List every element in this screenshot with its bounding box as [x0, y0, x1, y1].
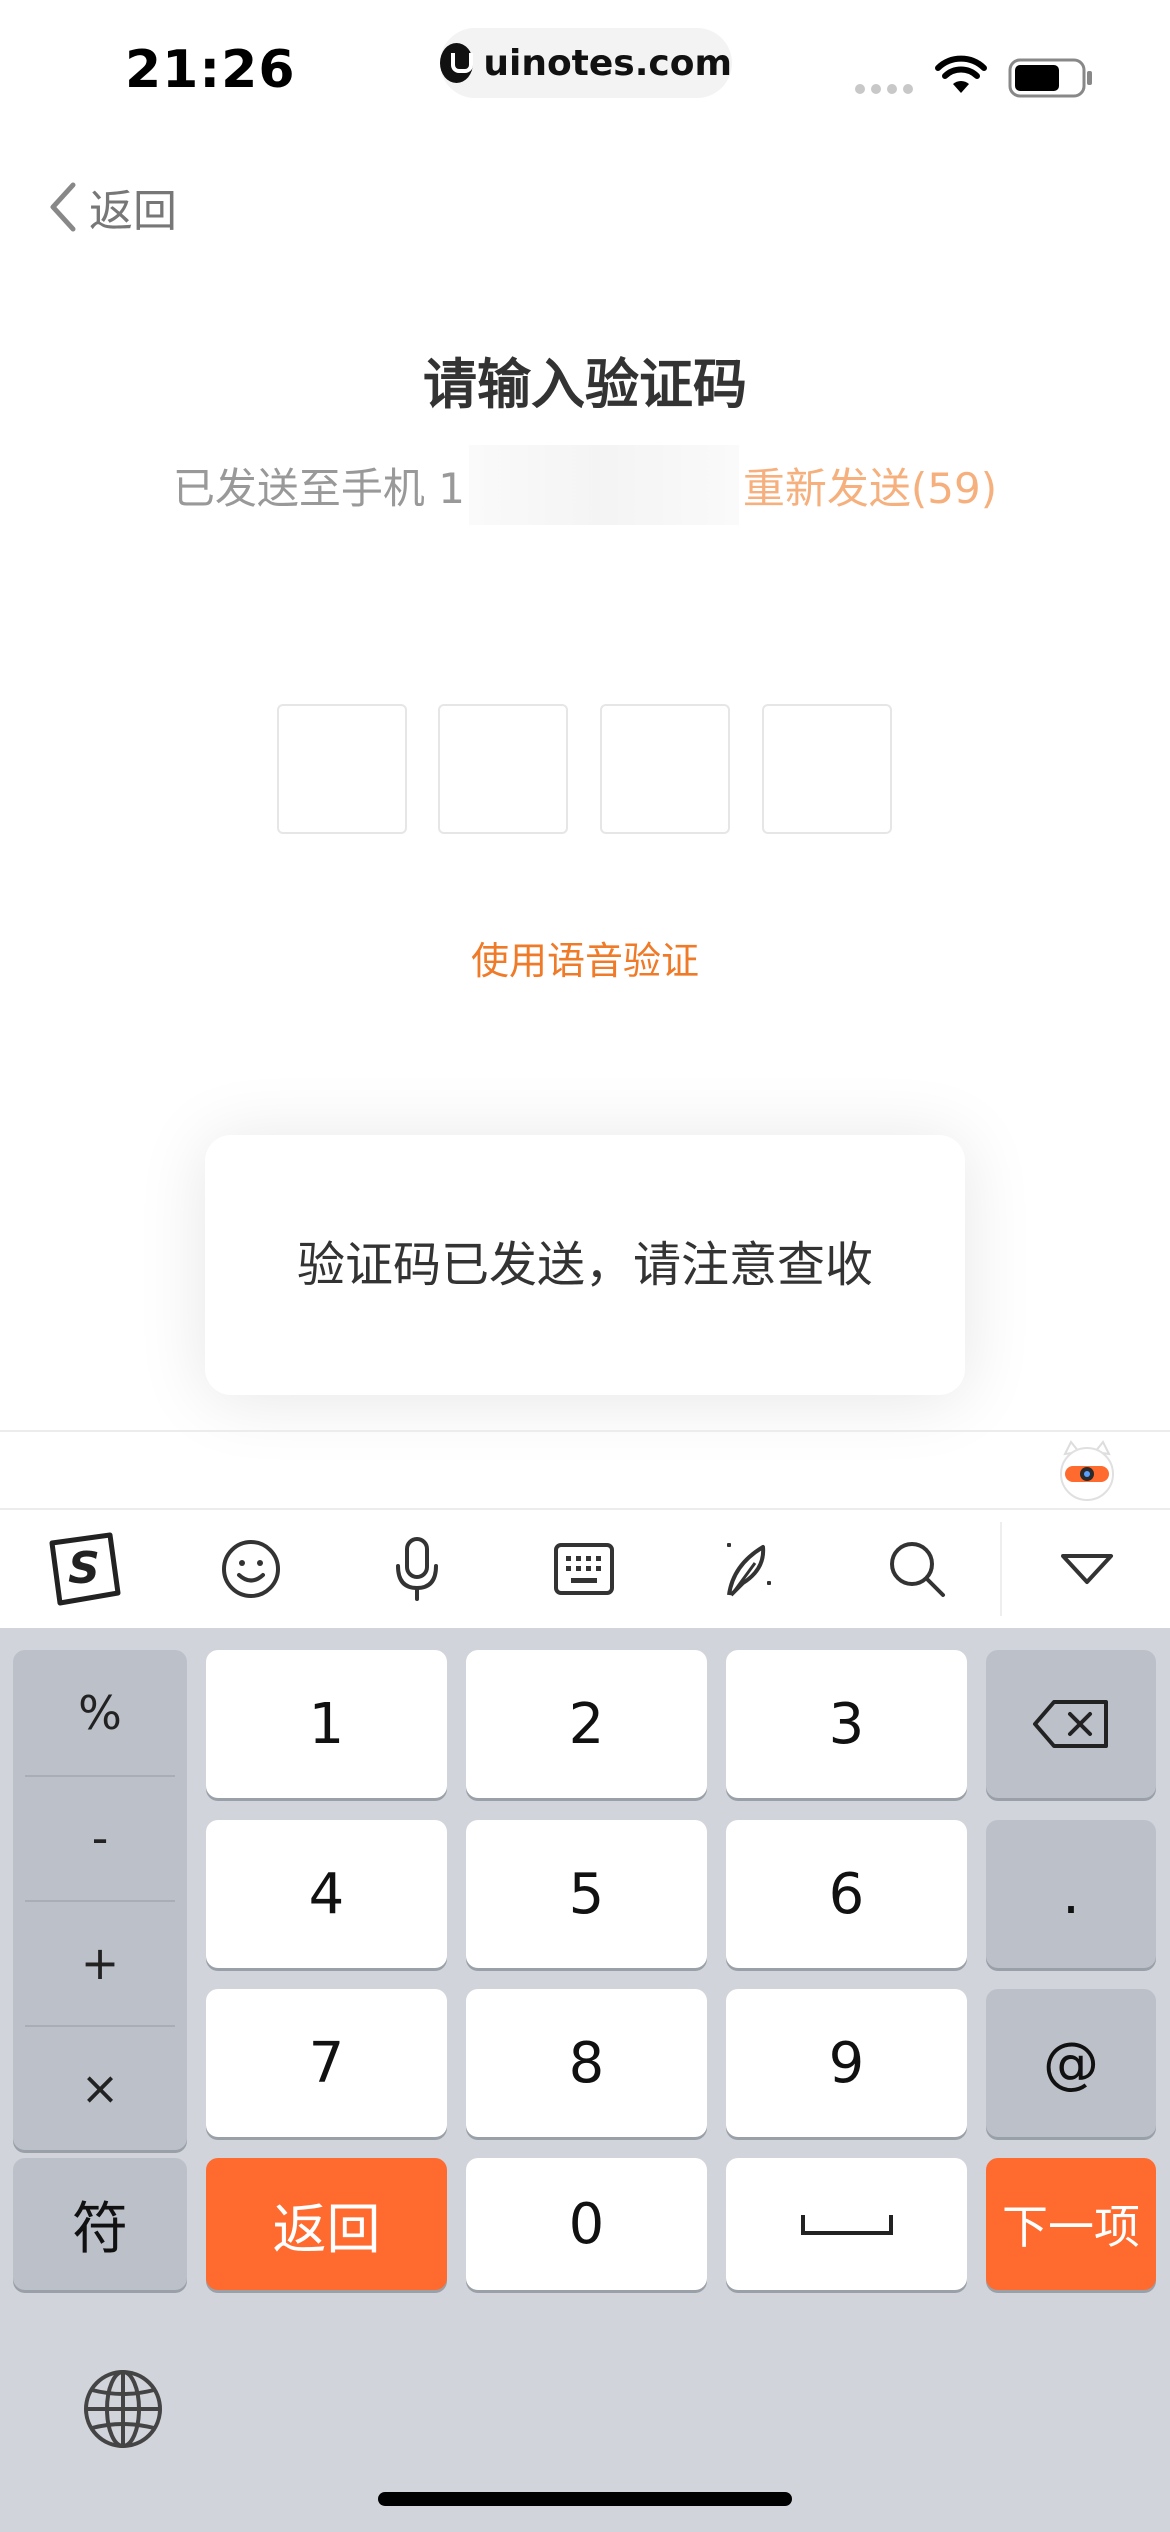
url-text: uinotes.com: [483, 42, 732, 84]
key-6[interactable]: 6: [726, 1820, 967, 1968]
search-button[interactable]: [862, 1510, 972, 1628]
return-key[interactable]: 返回: [206, 2158, 447, 2290]
keyboard-switch-button[interactable]: [529, 1510, 639, 1628]
key-7[interactable]: 7: [206, 1989, 447, 2137]
symbol-column: % - + ×: [13, 1650, 187, 2150]
emoji-button[interactable]: [196, 1510, 306, 1628]
emoji-icon: [222, 1540, 280, 1598]
collapse-icon: [1061, 1554, 1113, 1584]
backspace-icon: [1033, 1700, 1108, 1748]
handwriting-button[interactable]: [696, 1510, 806, 1628]
key-3[interactable]: 3: [726, 1650, 967, 1798]
key-0[interactable]: 0: [466, 2158, 707, 2290]
backspace-key[interactable]: [986, 1650, 1156, 1798]
battery-icon: [1008, 58, 1092, 98]
collapse-keyboard-button[interactable]: [1032, 1510, 1142, 1628]
sogou-mascot-icon[interactable]: [1057, 1440, 1117, 1502]
key-multiply[interactable]: ×: [13, 2025, 187, 2150]
svg-text:S: S: [68, 1543, 100, 1594]
back-label: 返回: [89, 186, 177, 237]
toolbar-separator: [1000, 1522, 1002, 1616]
key-2[interactable]: 2: [466, 1650, 707, 1798]
key-at[interactable]: @: [986, 1989, 1156, 2137]
back-button[interactable]: 返回: [45, 175, 177, 239]
sent-info: 已发送至手机 1 重新发送(59): [0, 445, 1170, 525]
voice-verify-link[interactable]: 使用语音验证: [0, 930, 1170, 985]
masked-phone-number: [468, 445, 739, 525]
chevron-left-icon: [50, 182, 76, 232]
sent-prefix: 已发送至手机 1: [172, 463, 465, 513]
key-9[interactable]: 9: [726, 1989, 967, 2137]
home-indicator[interactable]: [378, 2492, 792, 2506]
space-icon: [800, 2215, 893, 2235]
resend-button[interactable]: 重新发送(59): [743, 455, 997, 516]
globe-icon[interactable]: [82, 2368, 164, 2450]
handwriting-icon: [727, 1543, 771, 1597]
status-time: 21:26: [125, 40, 296, 100]
site-logo-icon: [440, 43, 474, 83]
wifi-icon: [935, 55, 987, 93]
search-icon: [890, 1542, 945, 1597]
code-input-box-4[interactable]: [762, 704, 892, 834]
microphone-icon: [396, 1537, 438, 1601]
keyboard-icon: [554, 1543, 614, 1595]
toast-message: 验证码已发送，请注意查收: [205, 1135, 965, 1395]
key-percent[interactable]: %: [13, 1650, 187, 1775]
code-input-box-2[interactable]: [438, 704, 568, 834]
key-4[interactable]: 4: [206, 1820, 447, 1968]
url-pill[interactable]: uinotes.com: [440, 28, 732, 98]
key-plus[interactable]: +: [13, 1900, 187, 2025]
voice-input-button[interactable]: [362, 1510, 472, 1628]
cellular-signal-icon: [855, 84, 913, 94]
numeric-keyboard: % - + × 1 2 3 4 5 6 . 7 8 9 @ 符 返回 0 下一项: [0, 1628, 1170, 2532]
space-key[interactable]: [726, 2158, 967, 2290]
key-minus[interactable]: -: [13, 1775, 187, 1900]
key-1[interactable]: 1: [206, 1650, 447, 1798]
next-key[interactable]: 下一项: [986, 2158, 1156, 2290]
keyboard-toolbar: S: [0, 1510, 1170, 1628]
sogou-logo-button[interactable]: S: [29, 1510, 139, 1628]
sogou-logo-icon: S: [49, 1532, 121, 1606]
key-5[interactable]: 5: [466, 1820, 707, 1968]
symbol-key[interactable]: 符: [13, 2158, 187, 2290]
key-8[interactable]: 8: [466, 1989, 707, 2137]
key-dot[interactable]: .: [986, 1820, 1156, 1968]
code-input-box-1[interactable]: [277, 704, 407, 834]
page-title: 请输入验证码: [423, 353, 747, 416]
divider: [0, 1430, 1170, 1432]
toast-text: 验证码已发送，请注意查收: [296, 1237, 873, 1293]
code-input-box-3[interactable]: [600, 704, 730, 834]
